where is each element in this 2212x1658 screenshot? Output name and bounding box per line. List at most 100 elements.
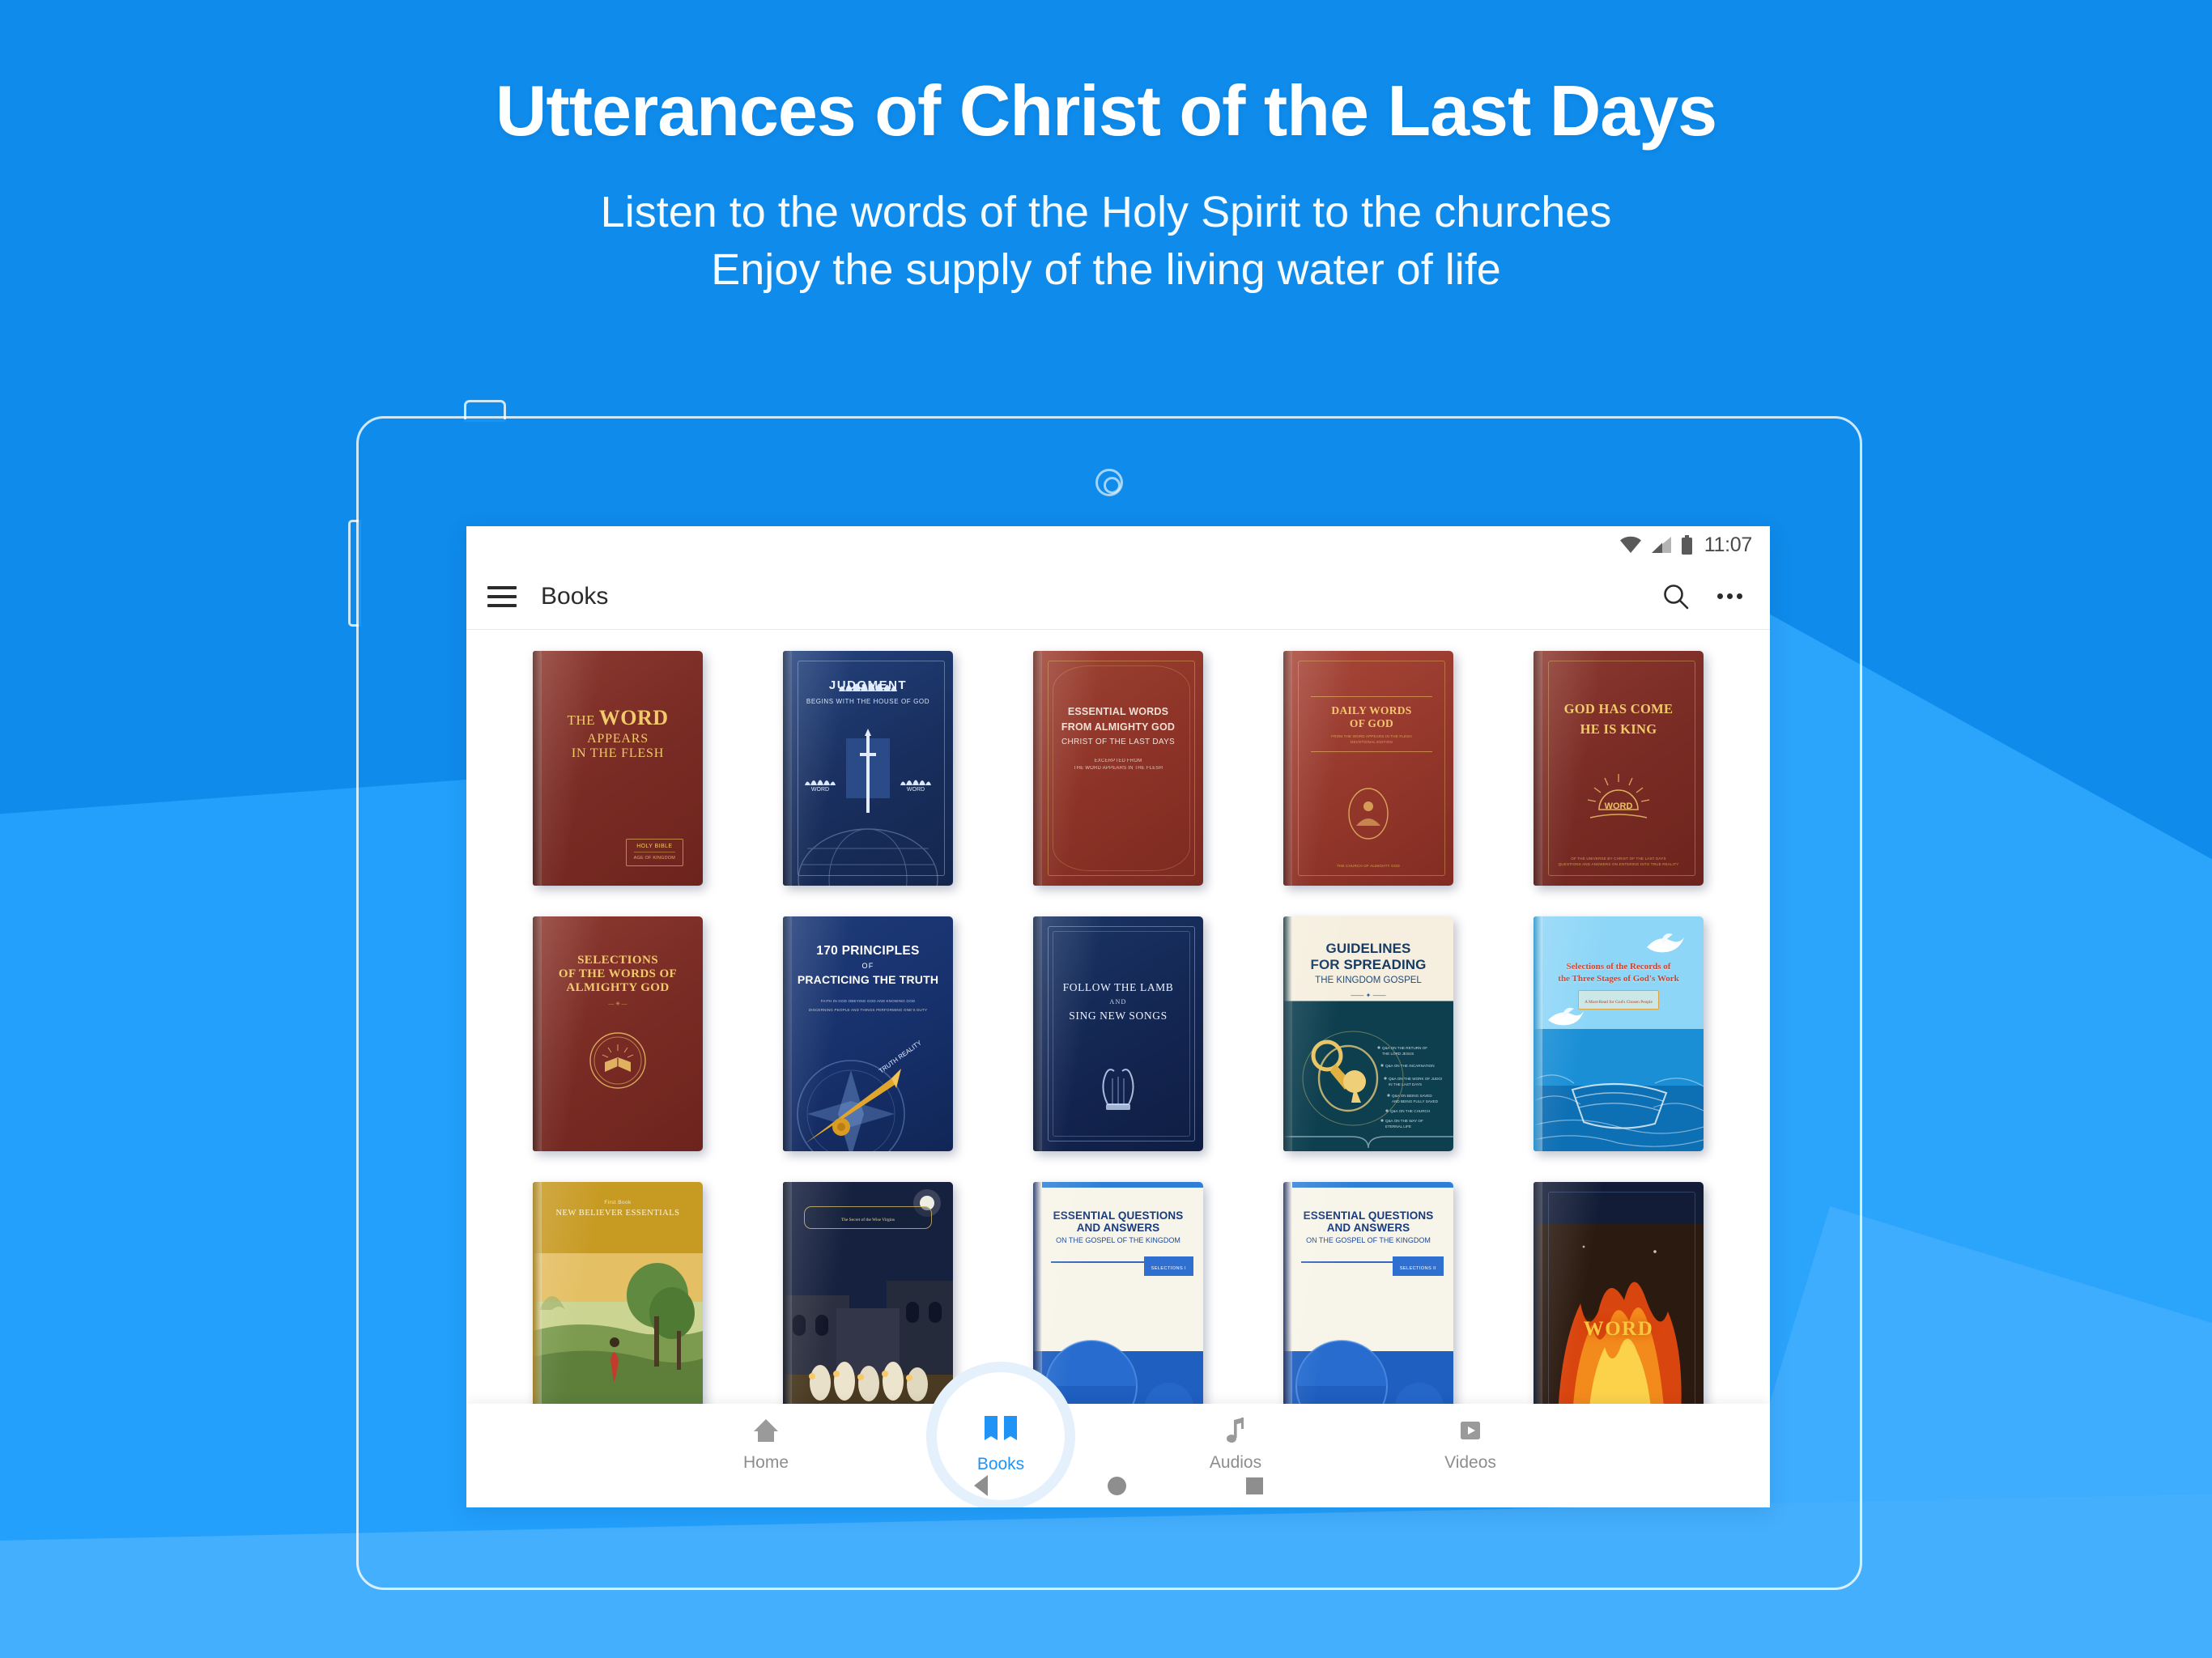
- book-title-line2: the Three Stages of God's Work: [1558, 974, 1679, 984]
- book-footer: THE CHURCH OF ALMIGHTY GOD: [1337, 864, 1400, 869]
- book-cell[interactable]: JUDGMENT BEGINS WITH THE HOUSE OF GOD WO…: [765, 651, 971, 886]
- keys-diagram-icon: Q&A ON THE RETURN OF THE LORD JESUS Q&A O…: [1302, 1031, 1442, 1129]
- promo-screenshot: Utterances of Christ of the Last Days Li…: [0, 0, 2212, 1658]
- book-title-line1: 170 PRINCIPLES: [816, 944, 920, 958]
- landscape-illustration: [533, 1253, 703, 1417]
- book-title-line1: DAILY WORDS: [1331, 704, 1412, 716]
- book-spine: [1033, 916, 1042, 1151]
- book-cover-word-fire[interactable]: WORD: [1534, 1182, 1704, 1417]
- book-title-line3: THE KINGDOM GOSPEL: [1315, 976, 1422, 985]
- tablet-top-notch: [464, 400, 506, 422]
- ark-waves-icon: [1534, 1074, 1704, 1147]
- book-border-ornament: [1548, 661, 1695, 876]
- book-subtitle: BEGINS WITH THE HOUSE OF GOD: [806, 698, 930, 705]
- book-title-line3: SING NEW SONGS: [1069, 1010, 1168, 1022]
- book-cell[interactable]: The Secret of the Wise Virgins: [765, 1182, 971, 1417]
- book-title-line3: IN THE FLESH: [571, 746, 665, 760]
- book-cell[interactable]: ESSENTIAL QUESTIONS AND ANSWERS ON THE G…: [1266, 1182, 1471, 1417]
- book-cover-daily-words-of-god[interactable]: DAILY WORDS OF GOD FROM THE WORD APPEARS…: [1283, 651, 1453, 886]
- book-title-line1: ESSENTIAL QUESTIONS: [1303, 1209, 1434, 1222]
- book-cover-170-principles-of-practicing-the-truth[interactable]: 170 PRINCIPLES OF PRACTICING THE TRUTH F…: [783, 916, 953, 1151]
- svg-text:WORD: WORD: [811, 787, 829, 792]
- book-title-line1: GOD HAS COME: [1563, 701, 1674, 716]
- book-title-prefix: THE: [567, 712, 599, 728]
- book-small-line1: FAITH IN GOD OBEYING GOD AND KNOWING GOD: [820, 999, 916, 1003]
- qa-sphere-graphic: [1295, 1340, 1444, 1417]
- book-title-line2: OF: [861, 962, 874, 970]
- book-cell[interactable]: DAILY WORDS OF GOD FROM THE WORD APPEARS…: [1266, 651, 1471, 886]
- overflow-menu-icon[interactable]: [1717, 593, 1742, 599]
- hero-subtitle-line-2: Enjoy the supply of the living water of …: [711, 244, 1501, 294]
- book-border-ornament: [1298, 661, 1445, 876]
- book-title-line1: ESSENTIAL QUESTIONS: [1053, 1209, 1184, 1222]
- cellular-signal-icon: [1651, 537, 1671, 553]
- book-cell[interactable]: THE WORD APPEARS IN THE FLESH HOLY BIBLE…: [515, 651, 721, 886]
- book-cell[interactable]: GOD HAS COME HE IS KING WORD OF THE UNIV…: [1516, 651, 1721, 886]
- bottom-navigation-bar: Home Books Audios Videos: [466, 1362, 1770, 1507]
- book-cover-selections-of-the-words-of-almighty-god[interactable]: SELECTIONS OF THE WORDS OF ALMIGHTY GOD …: [533, 916, 703, 1151]
- book-title: WORD: [1583, 1318, 1654, 1340]
- svg-text:Q&A ON THE WAY OF: Q&A ON THE WAY OF: [1385, 1119, 1423, 1123]
- book-badge-line1: HOLY BIBLE: [636, 843, 673, 849]
- compass-arrow-icon: TRUTH REALITY: [797, 1039, 923, 1151]
- book-cell[interactable]: First Book NEW BELIEVER ESSENTIALS: [515, 1182, 721, 1417]
- books-grid: THE WORD APPEARS IN THE FLESH HOLY BIBLE…: [466, 630, 1770, 1507]
- book-title-line2: FOR SPREADING: [1310, 957, 1427, 972]
- book-title-line3: ON THE GOSPEL OF THE KINGDOM: [1306, 1236, 1431, 1244]
- music-note-icon: [1227, 1418, 1244, 1443]
- book-spine: [1534, 1182, 1542, 1417]
- book-cover-god-has-come-he-is-king[interactable]: GOD HAS COME HE IS KING WORD OF THE UNIV…: [1534, 651, 1704, 886]
- book-cover-the-word-appears-in-the-flesh[interactable]: THE WORD APPEARS IN THE FLESH HOLY BIBLE…: [533, 651, 703, 886]
- book-spine: [1283, 651, 1292, 886]
- book-title-line3: ON THE GOSPEL OF THE KINGDOM: [1056, 1236, 1180, 1244]
- book-spine: [1283, 1182, 1292, 1417]
- book-spine: [533, 916, 542, 1151]
- svg-text:AND BEING FULLY SAVED: AND BEING FULLY SAVED: [1392, 1099, 1439, 1103]
- recents-square-icon[interactable]: [1245, 1477, 1263, 1494]
- book-cover-the-secret-of-the-wise-virgins[interactable]: The Secret of the Wise Virgins: [783, 1182, 953, 1417]
- svg-text:ETERNAL LIFE: ETERNAL LIFE: [1385, 1124, 1411, 1129]
- book-cover-essential-questions-and-answers-selections-ii[interactable]: ESSENTIAL QUESTIONS AND ANSWERS ON THE G…: [1283, 1182, 1453, 1417]
- hero-subtitle: Listen to the words of the Holy Spirit t…: [0, 184, 2212, 300]
- book-title-line2: FROM ALMIGHTY GOD: [1061, 721, 1176, 733]
- search-icon[interactable]: [1661, 581, 1691, 612]
- lyre-harp-icon: [1102, 1069, 1134, 1110]
- status-bar-clock: 11:07: [1704, 533, 1753, 556]
- book-seal-emblem-icon: [589, 1032, 646, 1089]
- book-cell[interactable]: SELECTIONS OF THE WORDS OF ALMIGHTY GOD …: [515, 916, 721, 1151]
- book-cover-new-believer-essentials[interactable]: First Book NEW BELIEVER ESSENTIALS: [533, 1182, 703, 1417]
- book-cell[interactable]: GUIDELINES FOR SPREADING THE KINGDOM GOS…: [1266, 916, 1471, 1151]
- book-cell[interactable]: WORD: [1516, 1182, 1721, 1417]
- book-cover-essential-words-from-almighty-god[interactable]: ESSENTIAL WORDS FROM ALMIGHTY GOD CHRIST…: [1033, 651, 1203, 886]
- book-cover-judgment-begins-with-the-house-of-god[interactable]: JUDGMENT BEGINS WITH THE HOUSE OF GOD WO…: [783, 651, 953, 886]
- book-cell[interactable]: FOLLOW THE LAMB AND SING NEW SONGS: [1015, 916, 1221, 1151]
- book-cell[interactable]: Selections of the Records of the Three S…: [1516, 916, 1721, 1151]
- book-cover-guidelines-for-spreading-the-kingdom-gospel[interactable]: GUIDELINES FOR SPREADING THE KINGDOM GOS…: [1283, 916, 1453, 1151]
- book-cell[interactable]: 170 PRINCIPLES OF PRACTICING THE TRUTH F…: [765, 916, 971, 1151]
- book-cover-essential-questions-and-answers-selections-i[interactable]: ESSENTIAL QUESTIONS AND ANSWERS ON THE G…: [1033, 1182, 1203, 1417]
- book-cell[interactable]: ESSENTIAL WORDS FROM ALMIGHTY GOD CHRIST…: [1015, 651, 1221, 886]
- book-title-line2: APPEARS: [587, 732, 649, 746]
- book-spine: [783, 916, 792, 1151]
- book-cover-selections-of-the-records-of-the-three-stages-of-gods-work[interactable]: Selections of the Records of the Three S…: [1534, 916, 1704, 1151]
- app-bar: Books: [466, 563, 1770, 630]
- svg-text:Q&A ON BEING SAVED: Q&A ON BEING SAVED: [1392, 1094, 1432, 1098]
- word-flame-emblem-right: WORD: [900, 780, 931, 792]
- book-spine: [1534, 651, 1542, 886]
- svg-text:THE LORD JESUS: THE LORD JESUS: [1382, 1052, 1414, 1056]
- book-small-line1: FROM THE WORD APPEARS IN THE FLESH: [1331, 734, 1412, 738]
- dove-icon-upper: [1647, 933, 1684, 953]
- book-title-judgment: JUDGMENT: [828, 678, 908, 692]
- book-title-line2: AND ANSWERS: [1326, 1222, 1410, 1234]
- hamburger-menu-icon[interactable]: [487, 585, 517, 607]
- book-cover-follow-the-lamb-and-sing-new-songs[interactable]: FOLLOW THE LAMB AND SING NEW SONGS: [1033, 916, 1203, 1151]
- book-badge: A Must-Read for God's Chosen People: [1585, 1000, 1653, 1005]
- camera-icon: [1095, 469, 1123, 496]
- home-circle-icon[interactable]: [1107, 1476, 1126, 1495]
- back-triangle-icon[interactable]: [973, 1475, 988, 1496]
- book-small-line1: EXCERPTED FROM: [1094, 758, 1142, 763]
- svg-text:IN THE LAST DAYS: IN THE LAST DAYS: [1389, 1082, 1422, 1086]
- wifi-icon: [1619, 536, 1641, 553]
- hero-subtitle-line-1: Listen to the words of the Holy Spirit t…: [600, 187, 1612, 236]
- book-spine: [1033, 651, 1042, 886]
